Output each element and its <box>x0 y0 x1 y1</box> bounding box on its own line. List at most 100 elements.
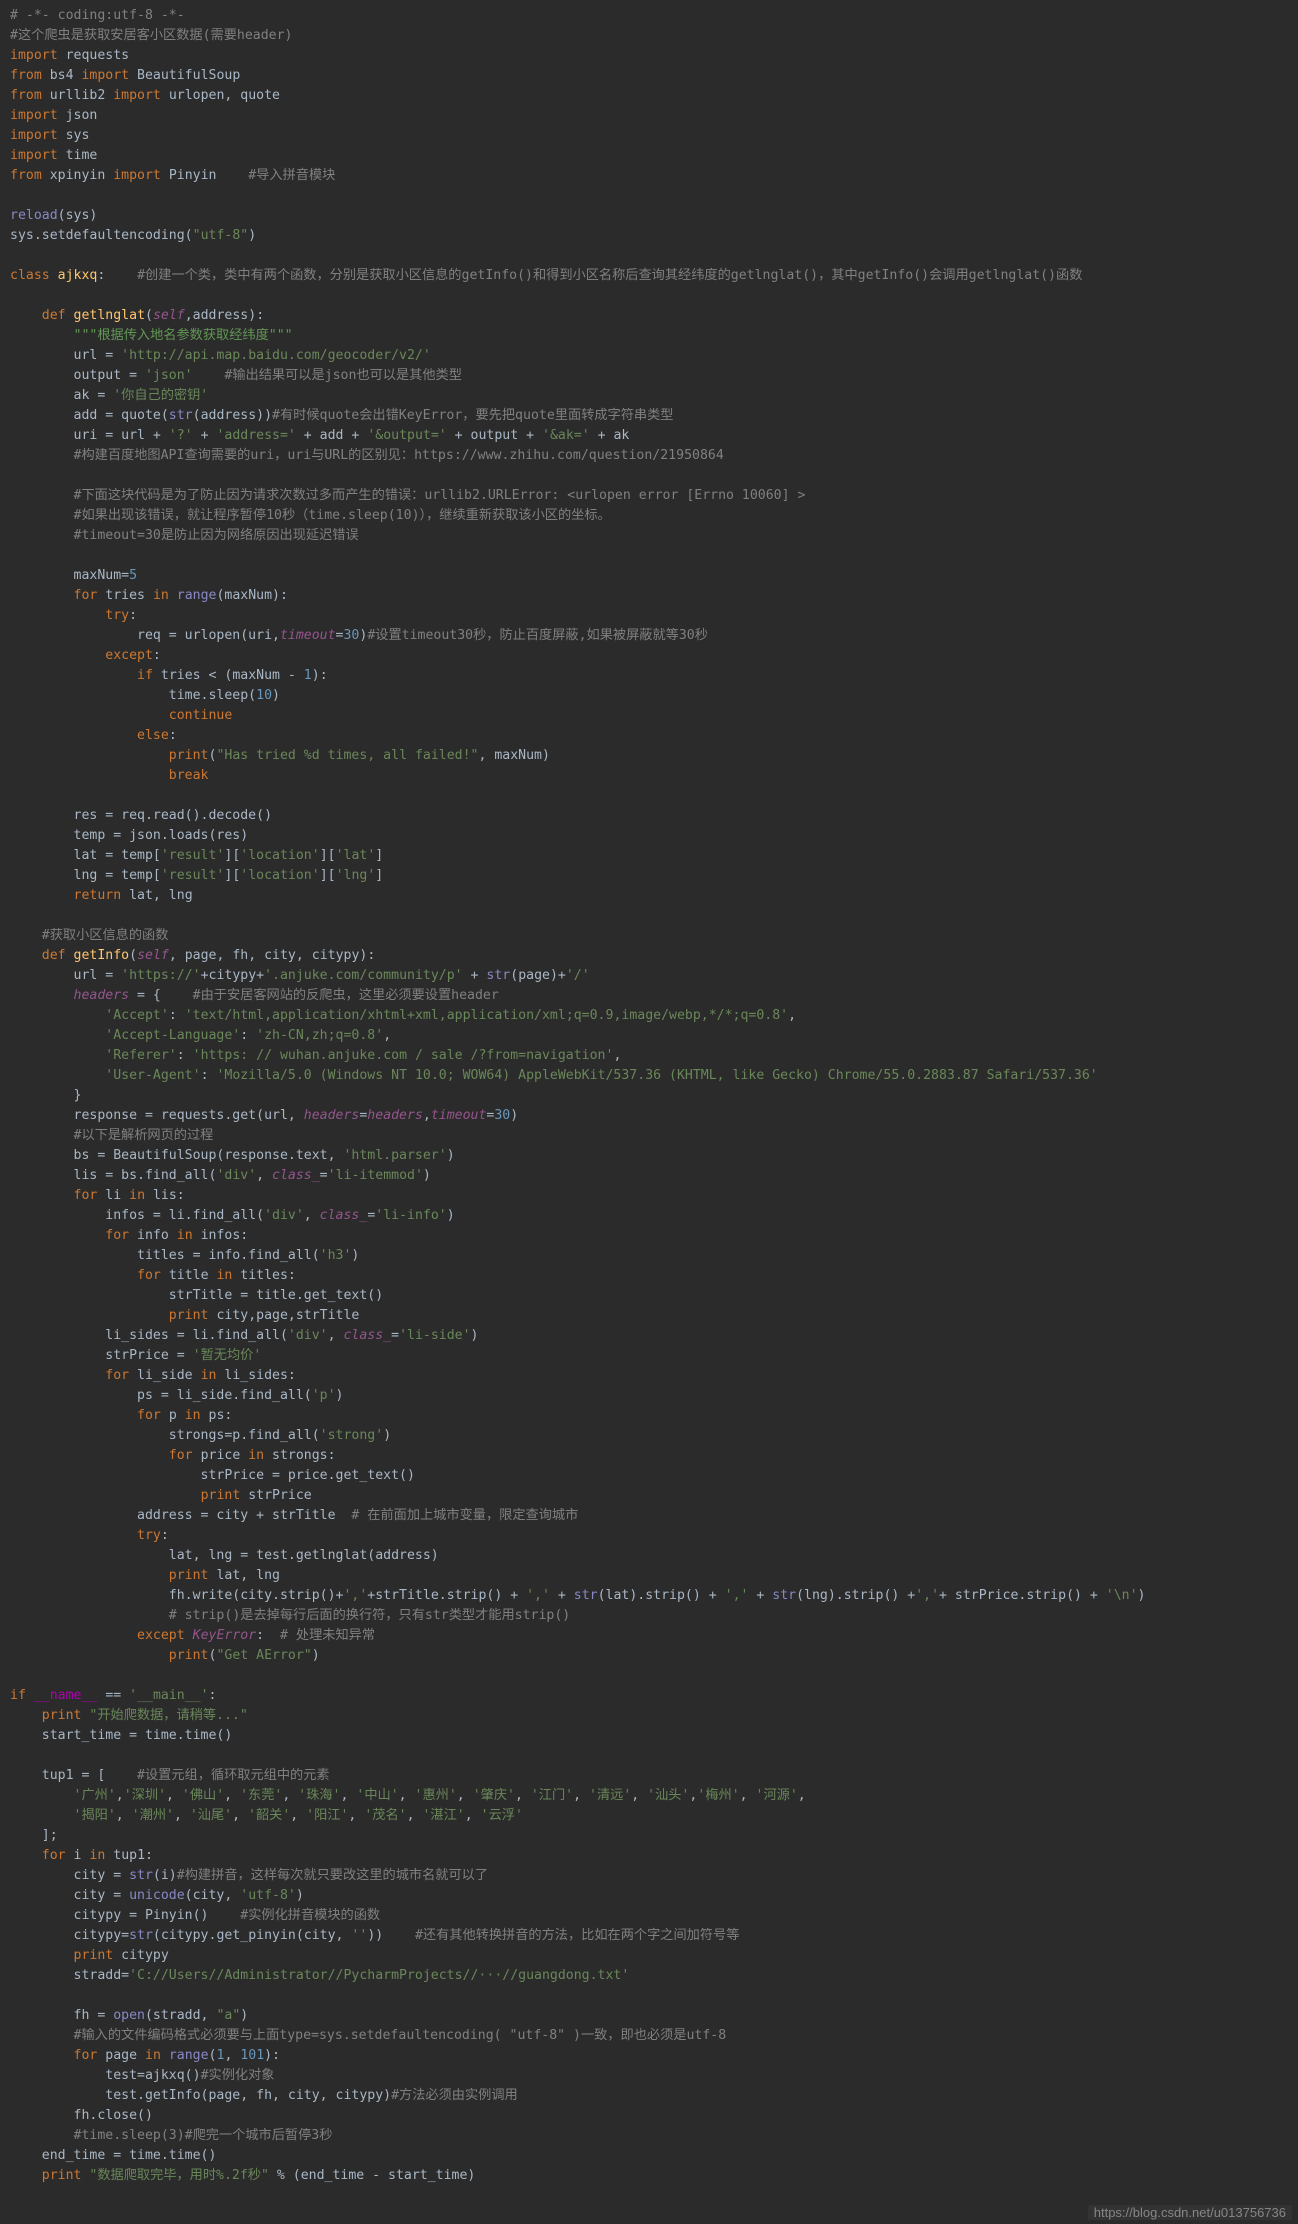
code-line[interactable]: import json <box>10 106 1290 126</box>
code-line[interactable]: #timeout=30是防止因为网络原因出现延迟错误 <box>10 526 1290 546</box>
code-line[interactable]: tup1 = [ #设置元组，循环取元组中的元素 <box>10 1766 1290 1786</box>
code-line[interactable]: continue <box>10 706 1290 726</box>
code-line[interactable]: sys.setdefaultencoding("utf-8") <box>10 226 1290 246</box>
code-line[interactable]: strPrice = price.get_text() <box>10 1466 1290 1486</box>
code-line[interactable]: # strip()是去掉每行后面的换行符，只有str类型才能用strip() <box>10 1606 1290 1626</box>
code-line[interactable]: print citypy <box>10 1946 1290 1966</box>
code-line[interactable]: ]; <box>10 1826 1290 1846</box>
code-line[interactable]: 'Accept-Language': 'zh-CN,zh;q=0.8', <box>10 1026 1290 1046</box>
code-line[interactable]: lng = temp['result']['location']['lng'] <box>10 866 1290 886</box>
code-line[interactable]: from urllib2 import urlopen, quote <box>10 86 1290 106</box>
code-line[interactable]: 'User-Agent': 'Mozilla/5.0 (Windows NT 1… <box>10 1066 1290 1086</box>
code-line[interactable]: time.sleep(10) <box>10 686 1290 706</box>
code-line[interactable]: for li_side in li_sides: <box>10 1366 1290 1386</box>
code-line[interactable]: ​ <box>10 286 1290 306</box>
code-line[interactable]: bs = BeautifulSoup(response.text, 'html.… <box>10 1146 1290 1166</box>
code-line[interactable]: #time.sleep(3)#爬完一个城市后暂停3秒 <box>10 2126 1290 2146</box>
code-line[interactable]: def getInfo(self, page, fh, city, citypy… <box>10 946 1290 966</box>
code-line[interactable]: break <box>10 766 1290 786</box>
code-line[interactable]: headers = { #由于安居客网站的反爬虫，这里必须要设置header <box>10 986 1290 1006</box>
code-line[interactable]: if __name__ == '__main__': <box>10 1686 1290 1706</box>
code-line[interactable]: class ajkxq: #创建一个类，类中有两个函数，分别是获取小区信息的ge… <box>10 266 1290 286</box>
code-line[interactable]: #下面这块代码是为了防止因为请求次数过多而产生的错误：urllib2.URLEr… <box>10 486 1290 506</box>
code-line[interactable]: fh = open(stradd, "a") <box>10 2006 1290 2026</box>
code-line[interactable]: li_sides = li.find_all('div', class_='li… <box>10 1326 1290 1346</box>
code-line[interactable]: fh.close() <box>10 2106 1290 2126</box>
code-line[interactable]: res = req.read().decode() <box>10 806 1290 826</box>
code-line[interactable]: req = urlopen(uri,timeout=30)#设置timeout3… <box>10 626 1290 646</box>
code-line[interactable]: test.getInfo(page, fh, city, citypy)#方法必… <box>10 2086 1290 2106</box>
code-line[interactable]: titles = info.find_all('h3') <box>10 1246 1290 1266</box>
code-line[interactable]: ​ <box>10 186 1290 206</box>
code-line[interactable]: lat, lng = test.getlnglat(address) <box>10 1546 1290 1566</box>
code-line[interactable]: uri = url + '?' + 'address=' + add + '&o… <box>10 426 1290 446</box>
code-editor[interactable]: # -*- coding:utf-8 -*- #这个爬虫是获取安居客小区数据(需要… <box>0 0 1298 2224</box>
code-line[interactable]: #以下是解析网页的过程 <box>10 1126 1290 1146</box>
code-line[interactable]: maxNum=5 <box>10 566 1290 586</box>
code-line[interactable]: #构建百度地图API查询需要的uri，uri与URL的区别见：https://w… <box>10 446 1290 466</box>
code-line[interactable]: 'Referer': 'https: // wuhan.anjuke.com /… <box>10 1046 1290 1066</box>
code-line[interactable]: def getlnglat(self,address): <box>10 306 1290 326</box>
code-line[interactable]: import requests <box>10 46 1290 66</box>
code-line[interactable]: add = quote(str(address))#有时候quote会出错Key… <box>10 406 1290 426</box>
code-line[interactable]: print lat, lng <box>10 1566 1290 1586</box>
code-line[interactable]: output = 'json' #输出结果可以是json也可以是其他类型 <box>10 366 1290 386</box>
code-line[interactable]: print "数据爬取完毕，用时%.2f秒" % (end_time - sta… <box>10 2166 1290 2186</box>
code-line[interactable]: lis = bs.find_all('div', class_='li-item… <box>10 1166 1290 1186</box>
code-line[interactable]: for li in lis: <box>10 1186 1290 1206</box>
code-line[interactable]: for i in tup1: <box>10 1846 1290 1866</box>
code-line[interactable]: strongs=p.find_all('strong') <box>10 1426 1290 1446</box>
code-line[interactable]: citypy = Pinyin() #实例化拼音模块的函数 <box>10 1906 1290 1926</box>
code-line[interactable]: url = 'https://'+citypy+'.anjuke.com/com… <box>10 966 1290 986</box>
code-line[interactable]: start_time = time.time() <box>10 1726 1290 1746</box>
code-line[interactable]: for title in titles: <box>10 1266 1290 1286</box>
code-line[interactable]: strPrice = '暂无均价' <box>10 1346 1290 1366</box>
code-line[interactable]: ps = li_side.find_all('p') <box>10 1386 1290 1406</box>
code-line[interactable]: ​ <box>10 466 1290 486</box>
code-line[interactable]: ​ <box>10 906 1290 926</box>
code-line[interactable]: response = requests.get(url, headers=hea… <box>10 1106 1290 1126</box>
code-line[interactable]: infos = li.find_all('div', class_='li-in… <box>10 1206 1290 1226</box>
code-line[interactable]: from bs4 import BeautifulSoup <box>10 66 1290 86</box>
code-line[interactable]: from xpinyin import Pinyin #导入拼音模块 <box>10 166 1290 186</box>
code-line[interactable]: print "开始爬数据，请稍等..." <box>10 1706 1290 1726</box>
code-line[interactable]: for p in ps: <box>10 1406 1290 1426</box>
code-line[interactable]: 'Accept': 'text/html,application/xhtml+x… <box>10 1006 1290 1026</box>
code-line[interactable]: try: <box>10 1526 1290 1546</box>
code-line[interactable]: for info in infos: <box>10 1226 1290 1246</box>
code-line[interactable]: citypy=str(citypy.get_pinyin(city, '')) … <box>10 1926 1290 1946</box>
code-line[interactable]: #如果出现该错误，就让程序暂停10秒（time.sleep(10)），继续重新获… <box>10 506 1290 526</box>
code-line[interactable]: print("Get AError") <box>10 1646 1290 1666</box>
code-line[interactable]: # -*- coding:utf-8 -*- <box>10 6 1290 26</box>
code-line[interactable]: } <box>10 1086 1290 1106</box>
code-line[interactable]: import time <box>10 146 1290 166</box>
code-line[interactable]: import sys <box>10 126 1290 146</box>
code-line[interactable]: except: <box>10 646 1290 666</box>
code-line[interactable]: temp = json.loads(res) <box>10 826 1290 846</box>
code-line[interactable]: ​ <box>10 786 1290 806</box>
code-line[interactable]: lat = temp['result']['location']['lat'] <box>10 846 1290 866</box>
code-line[interactable]: test=ajkxq()#实例化对象 <box>10 2066 1290 2086</box>
code-line[interactable]: stradd='C://Users//Administrator//Pychar… <box>10 1966 1290 1986</box>
code-line[interactable]: ​ <box>10 1746 1290 1766</box>
code-line[interactable]: if tries < (maxNum - 1): <box>10 666 1290 686</box>
code-line[interactable]: address = city + strTitle # 在前面加上城市变量，限定… <box>10 1506 1290 1526</box>
code-line[interactable]: """根据传入地名参数获取经纬度""" <box>10 326 1290 346</box>
code-line[interactable]: strTitle = title.get_text() <box>10 1286 1290 1306</box>
code-line[interactable]: '广州','深圳', '佛山', '东莞', '珠海', '中山', '惠州',… <box>10 1786 1290 1806</box>
code-line[interactable]: reload(sys) <box>10 206 1290 226</box>
code-line[interactable]: #输入的文件编码格式必须要与上面type=sys.setdefaultencod… <box>10 2026 1290 2046</box>
code-line[interactable]: #获取小区信息的函数 <box>10 926 1290 946</box>
code-line[interactable]: else: <box>10 726 1290 746</box>
code-line[interactable]: '揭阳', '潮州', '汕尾', '韶关', '阳江', '茂名', '湛江'… <box>10 1806 1290 1826</box>
code-line[interactable]: url = 'http://api.map.baidu.com/geocoder… <box>10 346 1290 366</box>
code-line[interactable]: ​ <box>10 246 1290 266</box>
code-line[interactable]: print("Has tried %d times, all failed!",… <box>10 746 1290 766</box>
code-line[interactable]: city = str(i)#构建拼音，这样每次就只要改这里的城市名就可以了 <box>10 1866 1290 1886</box>
code-area[interactable]: # -*- coding:utf-8 -*- #这个爬虫是获取安居客小区数据(需要… <box>10 6 1290 2186</box>
code-line[interactable]: ​ <box>10 1666 1290 1686</box>
code-line[interactable]: end_time = time.time() <box>10 2146 1290 2166</box>
code-line[interactable]: for page in range(1, 101): <box>10 2046 1290 2066</box>
code-line[interactable]: return lat, lng <box>10 886 1290 906</box>
code-line[interactable]: ak = '你自己的密钥' <box>10 386 1290 406</box>
